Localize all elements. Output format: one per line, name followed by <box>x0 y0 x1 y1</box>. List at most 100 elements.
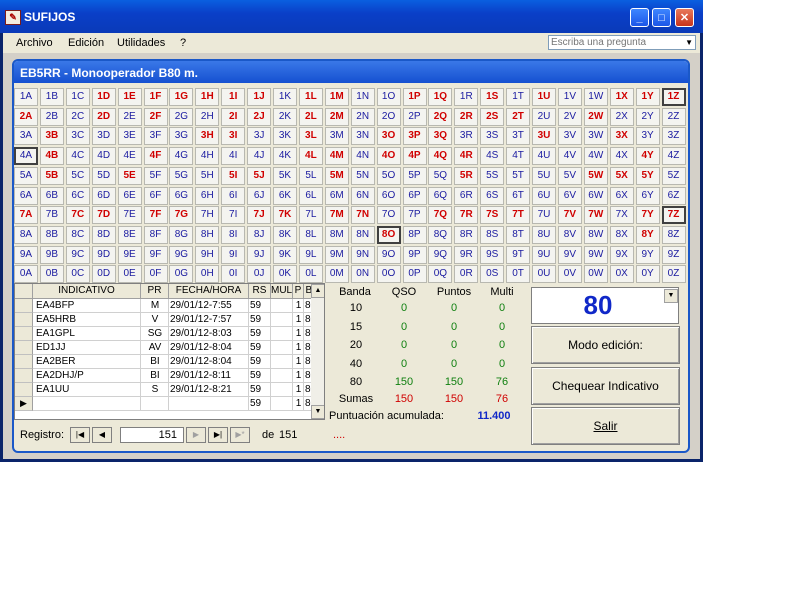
suffix-cell[interactable]: 0D <box>91 265 116 284</box>
suffix-cell[interactable]: 0O <box>376 265 401 284</box>
suffix-cell[interactable]: 9J <box>247 245 272 264</box>
suffix-cell[interactable]: 1E <box>117 88 142 106</box>
suffix-cell[interactable]: 3I <box>221 127 246 146</box>
log-cell[interactable]: BI <box>141 369 169 383</box>
suffix-cell[interactable]: 6I <box>221 186 246 205</box>
suffix-cell[interactable]: 1Q <box>428 88 453 106</box>
log-cell[interactable]: 1 <box>293 313 304 327</box>
suffix-cell[interactable]: 4Z <box>661 147 686 166</box>
suffix-cell[interactable]: 4O <box>376 147 401 166</box>
suffix-cell[interactable]: 0J <box>247 265 272 284</box>
log-cell[interactable]: 29/01/12-8:04 <box>169 341 249 355</box>
suffix-cell[interactable]: 1H <box>195 88 220 106</box>
suffix-cell[interactable]: 9Z <box>661 245 686 264</box>
suffix-cell[interactable]: 3L <box>298 127 323 146</box>
suffix-cell[interactable]: 7J <box>247 206 272 225</box>
suffix-cell[interactable]: 4P <box>402 147 427 166</box>
suffix-cell[interactable]: 1K <box>273 88 297 106</box>
log-cell[interactable]: 59 <box>249 355 271 369</box>
suffix-cell[interactable]: 4S <box>480 147 505 166</box>
suffix-cell[interactable]: 9O <box>376 245 401 264</box>
suffix-cell[interactable]: 7S <box>480 206 505 225</box>
maximize-button[interactable]: □ <box>652 8 671 27</box>
log-cell[interactable]: M <box>141 299 169 313</box>
suffix-cell[interactable]: 7Q <box>428 206 453 225</box>
suffix-cell[interactable]: 4T <box>506 147 531 166</box>
suffix-cell[interactable]: 9H <box>195 245 220 264</box>
suffix-cell[interactable]: 0T <box>506 265 531 284</box>
suffix-cell[interactable]: 0F <box>143 265 168 284</box>
suffix-cell[interactable]: 9S <box>480 245 505 264</box>
suffix-cell[interactable]: 6Z <box>661 186 686 205</box>
suffix-cell[interactable]: 6E <box>117 186 142 205</box>
prev-record-button[interactable]: ◀ <box>92 427 112 443</box>
suffix-cell[interactable]: 4A <box>14 147 38 166</box>
log-cell[interactable] <box>271 355 293 369</box>
log-cell[interactable]: 29/01/12-8:21 <box>169 383 249 397</box>
log-cell[interactable]: EA2DHJ/P <box>33 369 141 383</box>
suffix-cell[interactable]: 2M <box>324 107 349 126</box>
suffix-cell[interactable]: 1B <box>39 88 64 106</box>
suffix-cell[interactable]: 2Q <box>428 107 453 126</box>
suffix-cell[interactable]: 7A <box>14 206 38 225</box>
suffix-cell[interactable]: 4K <box>273 147 297 166</box>
suffix-cell[interactable]: 3F <box>143 127 168 146</box>
suffix-cell[interactable]: 0M <box>324 265 349 284</box>
suffix-cell[interactable]: 7C <box>65 206 90 225</box>
last-record-button[interactable]: ▶| <box>208 427 228 443</box>
log-cell[interactable] <box>271 299 293 313</box>
suffix-cell[interactable]: 7F <box>143 206 168 225</box>
suffix-cell[interactable]: 2T <box>506 107 531 126</box>
suffix-cell[interactable]: 3Y <box>635 127 660 146</box>
suffix-cell[interactable]: 8K <box>273 225 297 244</box>
row-selector[interactable] <box>15 327 33 341</box>
suffix-cell[interactable]: 7Z <box>661 206 686 225</box>
suffix-cell[interactable]: 0E <box>117 265 142 284</box>
suffix-cell[interactable]: 8U <box>532 225 556 244</box>
suffix-cell[interactable]: 0N <box>350 265 375 284</box>
suffix-cell[interactable]: 5J <box>247 166 272 185</box>
suffix-cell[interactable]: 5V <box>557 166 582 185</box>
suffix-cell[interactable]: 4B <box>39 147 64 166</box>
row-selector[interactable] <box>15 313 33 327</box>
log-cell[interactable]: 1 <box>293 327 304 341</box>
log-cell[interactable]: 1 <box>293 341 304 355</box>
row-selector[interactable]: ▶ <box>15 397 33 411</box>
suffix-cell[interactable]: 7I <box>221 206 246 225</box>
suffix-cell[interactable]: 1L <box>298 88 323 106</box>
suffix-cell[interactable]: 6Q <box>428 186 453 205</box>
suffix-cell[interactable]: 5Q <box>428 166 453 185</box>
suffix-cell[interactable]: 3V <box>557 127 582 146</box>
log-cell[interactable] <box>141 397 169 411</box>
suffix-cell[interactable]: 8X <box>609 225 634 244</box>
suffix-cell[interactable]: 2E <box>117 107 142 126</box>
suffix-cell[interactable]: 9D <box>91 245 116 264</box>
suffix-cell[interactable]: 7E <box>117 206 142 225</box>
suffix-cell[interactable]: 9A <box>14 245 38 264</box>
suffix-cell[interactable]: 6S <box>480 186 505 205</box>
suffix-cell[interactable]: 8Z <box>661 225 686 244</box>
suffix-cell[interactable]: 0Z <box>661 265 686 284</box>
first-record-button[interactable]: |◀ <box>70 427 90 443</box>
suffix-cell[interactable]: 8Y <box>635 225 660 244</box>
suffix-cell[interactable]: 3R <box>454 127 479 146</box>
suffix-cell[interactable]: 7O <box>376 206 401 225</box>
suffix-cell[interactable]: 2N <box>350 107 375 126</box>
suffix-cell[interactable]: 3H <box>195 127 220 146</box>
suffix-cell[interactable]: 3U <box>532 127 556 146</box>
suffix-cell[interactable]: 7G <box>169 206 194 225</box>
suffix-cell[interactable]: 2S <box>480 107 505 126</box>
suffix-cell[interactable]: 7L <box>298 206 323 225</box>
row-selector[interactable] <box>15 383 33 397</box>
suffix-cell[interactable]: 2W <box>583 107 608 126</box>
suffix-cell[interactable]: 8F <box>143 225 168 244</box>
suffix-cell[interactable]: 9U <box>532 245 556 264</box>
suffix-cell[interactable]: 6N <box>350 186 375 205</box>
suffix-cell[interactable]: 7B <box>39 206 64 225</box>
suffix-cell[interactable]: 8P <box>402 225 427 244</box>
suffix-cell[interactable]: 2F <box>143 107 168 126</box>
suffix-cell[interactable]: 2R <box>454 107 479 126</box>
suffix-cell[interactable]: 6B <box>39 186 64 205</box>
suffix-cell[interactable]: 4U <box>532 147 556 166</box>
suffix-cell[interactable]: 4Y <box>635 147 660 166</box>
